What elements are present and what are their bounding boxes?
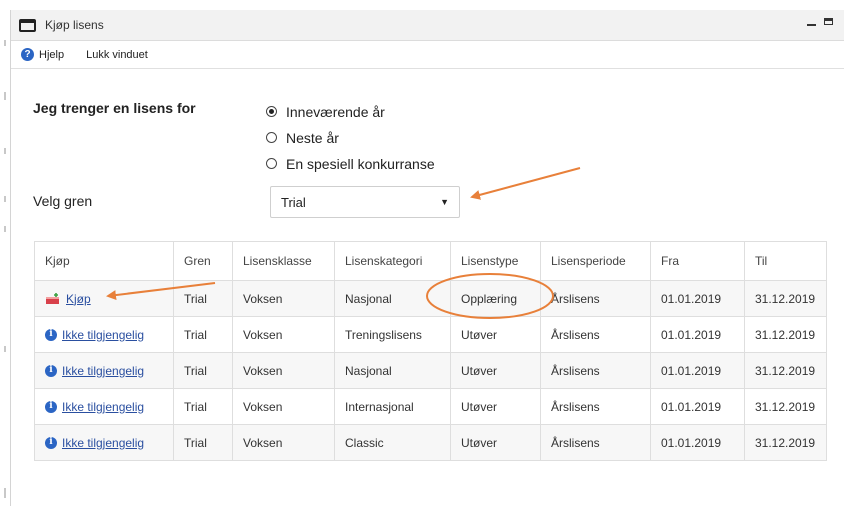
chevron-down-icon: ▼ xyxy=(440,197,449,207)
license-for-label: Jeg trenger en lisens for xyxy=(33,100,196,116)
not-available-link[interactable]: Ikke tilgjengelig xyxy=(62,328,144,342)
branch-select-value: Trial xyxy=(281,194,306,210)
type-cell: Utøver xyxy=(450,352,541,389)
branch-cell: Trial xyxy=(173,424,233,461)
help-icon: ? xyxy=(21,48,34,61)
radio-label: En spesiell konkurranse xyxy=(286,155,435,172)
period-cell: Årslisens xyxy=(540,424,651,461)
class-cell: Voksen xyxy=(232,352,335,389)
table-row: i Ikke tilgjengelig Trial Voksen Trening… xyxy=(34,316,827,353)
to-cell: 31.12.2019 xyxy=(744,424,827,461)
not-available-link[interactable]: Ikke tilgjengelig xyxy=(62,400,144,414)
branch-select[interactable]: Trial ▼ xyxy=(270,186,460,218)
column-header-category: Lisenskategori xyxy=(334,241,451,281)
column-header-type: Lisenstype xyxy=(450,241,541,281)
table-row: Kjøp Trial Voksen Nasjonal Opplæring Års… xyxy=(34,280,827,317)
info-icon: i xyxy=(45,328,57,341)
table-header-row: Kjøp Gren Lisensklasse Lisenskategori Li… xyxy=(34,241,827,281)
to-cell: 31.12.2019 xyxy=(744,388,827,425)
menu-bar: ? Hjelp Lukk vinduet xyxy=(11,41,844,69)
branch-cell: Trial xyxy=(173,316,233,353)
category-cell: Treningslisens xyxy=(334,316,451,353)
license-table: Kjøp Gren Lisensklasse Lisenskategori Li… xyxy=(34,241,827,461)
radio-option-current-year[interactable]: Inneværende år xyxy=(266,100,435,123)
minimize-icon[interactable] xyxy=(807,24,816,26)
buy-cell: i Ikke tilgjengelig xyxy=(34,316,174,353)
type-cell: Utøver xyxy=(450,388,541,425)
to-cell: 31.12.2019 xyxy=(744,280,827,317)
table-row: i Ikke tilgjengelig Trial Voksen Nasjona… xyxy=(34,352,827,389)
class-cell: Voksen xyxy=(232,316,335,353)
class-cell: Voksen xyxy=(232,424,335,461)
radio-option-special-competition[interactable]: En spesiell konkurranse xyxy=(266,152,435,175)
window-title: Kjøp lisens xyxy=(45,18,104,32)
column-header-from: Fra xyxy=(650,241,745,281)
branch-cell: Trial xyxy=(173,280,233,317)
radio-unchecked-icon[interactable] xyxy=(266,132,277,143)
column-header-to: Til xyxy=(744,241,827,281)
branch-cell: Trial xyxy=(173,352,233,389)
period-cell: Årslisens xyxy=(540,316,651,353)
to-cell: 31.12.2019 xyxy=(744,316,827,353)
license-year-radio-group: Inneværende år Neste år En spesiell konk… xyxy=(266,100,435,178)
window-icon xyxy=(19,18,36,32)
category-cell: Nasjonal xyxy=(334,280,451,317)
branch-label: Velg gren xyxy=(33,193,93,209)
title-bar: Kjøp lisens xyxy=(11,10,844,41)
buy-cell: i Ikke tilgjengelig xyxy=(34,388,174,425)
to-cell: 31.12.2019 xyxy=(744,352,827,389)
radio-label: Inneværende år xyxy=(286,103,385,120)
period-cell: Årslisens xyxy=(540,280,651,317)
column-header-branch: Gren xyxy=(173,241,233,281)
category-cell: Nasjonal xyxy=(334,352,451,389)
not-available-link[interactable]: Ikke tilgjengelig xyxy=(62,364,144,378)
table-row: i Ikke tilgjengelig Trial Voksen Classic… xyxy=(34,424,827,461)
category-cell: Classic xyxy=(334,424,451,461)
radio-option-next-year[interactable]: Neste år xyxy=(266,126,435,149)
help-button[interactable]: ? Hjelp xyxy=(21,48,64,61)
from-cell: 01.01.2019 xyxy=(650,316,745,353)
close-window-button[interactable]: Lukk vinduet xyxy=(86,49,148,61)
radio-label: Neste år xyxy=(286,129,339,146)
type-cell: Opplæring xyxy=(450,280,541,317)
type-cell: Utøver xyxy=(450,316,541,353)
class-cell: Voksen xyxy=(232,280,335,317)
from-cell: 01.01.2019 xyxy=(650,280,745,317)
column-header-class: Lisensklasse xyxy=(232,241,335,281)
type-cell: Utøver xyxy=(450,424,541,461)
cart-add-icon xyxy=(46,292,59,304)
buy-cell: Kjøp xyxy=(34,280,174,317)
not-available-link[interactable]: Ikke tilgjengelig xyxy=(62,436,144,450)
class-cell: Voksen xyxy=(232,388,335,425)
from-cell: 01.01.2019 xyxy=(650,424,745,461)
radio-checked-icon[interactable] xyxy=(266,106,277,117)
info-icon: i xyxy=(45,400,57,413)
buy-cell: i Ikke tilgjengelig xyxy=(34,352,174,389)
buy-link[interactable]: Kjøp xyxy=(66,292,91,306)
info-icon: i xyxy=(45,364,57,377)
category-cell: Internasjonal xyxy=(334,388,451,425)
period-cell: Årslisens xyxy=(540,388,651,425)
maximize-icon[interactable] xyxy=(824,17,833,25)
help-label: Hjelp xyxy=(39,48,65,61)
column-header-buy: Kjøp xyxy=(34,241,174,281)
from-cell: 01.01.2019 xyxy=(650,352,745,389)
period-cell: Årslisens xyxy=(540,352,651,389)
column-header-period: Lisensperiode xyxy=(540,241,651,281)
radio-unchecked-icon[interactable] xyxy=(266,158,277,169)
info-icon: i xyxy=(45,436,57,449)
branch-cell: Trial xyxy=(173,388,233,425)
table-row: i Ikke tilgjengelig Trial Voksen Interna… xyxy=(34,388,827,425)
from-cell: 01.01.2019 xyxy=(650,388,745,425)
left-edge-strip xyxy=(0,0,10,506)
buy-cell: i Ikke tilgjengelig xyxy=(34,424,174,461)
